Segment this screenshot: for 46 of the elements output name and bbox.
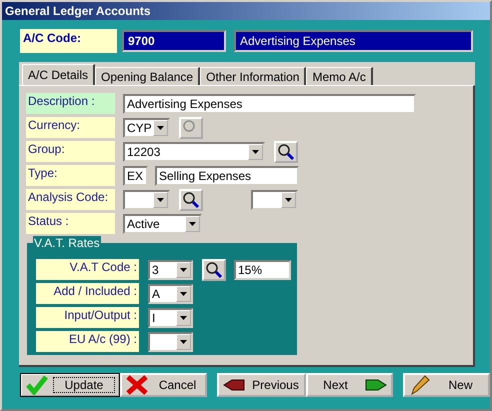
account-code-field[interactable]: 9700 <box>122 30 226 52</box>
field-label: Input/Output : <box>36 307 139 328</box>
check-icon <box>26 375 48 395</box>
combo-box[interactable]: 12203 <box>123 142 265 162</box>
field-label: Status : <box>26 213 115 234</box>
search-icon <box>277 142 295 160</box>
text-field[interactable]: Selling Expenses <box>155 166 299 186</box>
action-button[interactable]: New <box>403 373 490 397</box>
text-field[interactable]: EX <box>123 166 148 186</box>
field-label: V.A.T Code : <box>36 259 139 280</box>
close-icon <box>126 375 148 395</box>
combo-box[interactable] <box>251 190 298 210</box>
lookup-button[interactable] <box>179 188 203 210</box>
text-field[interactable]: Advertising Expenses <box>123 94 416 114</box>
field-label: Type: <box>26 165 115 186</box>
action-button[interactable]: Cancel <box>120 373 207 397</box>
tab[interactable]: Opening Balance <box>95 67 200 85</box>
lookup-button[interactable] <box>274 140 298 162</box>
field-label: EU A/c (99) : <box>36 331 139 352</box>
field-label: Group: <box>26 141 115 162</box>
tab[interactable]: Other Information <box>200 67 306 85</box>
account-name-field[interactable]: Advertising Expenses <box>234 30 473 52</box>
combo-box[interactable]: CYP <box>123 118 170 138</box>
action-button[interactable]: Next <box>306 373 393 397</box>
search-icon <box>182 190 200 208</box>
pencil-icon <box>409 374 431 396</box>
action-button[interactable]: Update <box>20 373 120 397</box>
combo-box[interactable]: Active <box>123 214 202 234</box>
field-label: Analysis Code: <box>26 189 115 210</box>
search-icon <box>205 260 223 278</box>
field-label: Description : <box>26 93 115 114</box>
combo-box[interactable] <box>123 190 170 210</box>
combo-box[interactable] <box>148 332 193 352</box>
lookup-button[interactable] <box>202 258 226 280</box>
combo-box[interactable]: 3 <box>148 260 193 280</box>
action-button[interactable]: Previous <box>217 373 306 397</box>
tab[interactable]: A/C Details <box>22 64 96 85</box>
window-title: General Ledger Accounts <box>2 2 490 20</box>
account-code-label: A/C Code: <box>20 29 117 53</box>
text-field[interactable]: 15% <box>234 260 291 280</box>
group-title: V.A.T. Rates <box>33 236 101 250</box>
combo-box[interactable]: I <box>148 308 193 328</box>
field-label: Currency: <box>26 117 115 138</box>
combo-box[interactable]: A <box>148 284 193 304</box>
field-label: Add / Included : <box>36 283 139 304</box>
tab[interactable]: Memo A/c <box>306 67 373 85</box>
